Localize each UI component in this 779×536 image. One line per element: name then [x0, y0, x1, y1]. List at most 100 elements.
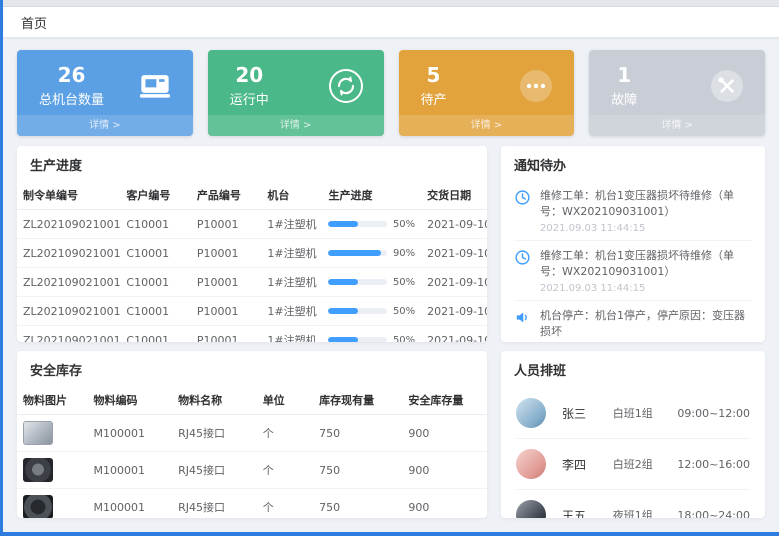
- avatar: [516, 449, 546, 479]
- stat-label: 总机台数量: [39, 89, 104, 108]
- announcement-speaker-icon: [514, 308, 532, 342]
- customer-no: C10001: [120, 210, 191, 239]
- table-row: ZL202109021001 C10001 P10001 1#注塑机 90% 2…: [17, 239, 487, 268]
- unit: 个: [257, 415, 313, 452]
- col-header: 机台: [261, 181, 322, 210]
- schedule-row: 王五 夜班1组 18:00~24:00: [516, 490, 750, 518]
- progress-bar: 90%: [328, 248, 415, 259]
- dashboard-content: 26 总机台数量 详情 >: [3, 38, 779, 532]
- stock-qty: 750: [313, 452, 402, 489]
- detail-link[interactable]: 详情 >: [17, 115, 193, 136]
- window-top-strip: [3, 0, 779, 7]
- table-row: M100001 RJ45接口 个 750 900: [17, 452, 487, 489]
- col-header: 单位: [257, 386, 313, 415]
- delivery-date: 2021-09-10: [421, 326, 487, 343]
- production-progress-panel: 生产进度 制令单编号 客户编号 产品编号 机台 生产进度 交货日期: [17, 146, 487, 342]
- detail-link[interactable]: 详情 >: [589, 115, 765, 136]
- panel-title: 生产进度: [17, 146, 487, 181]
- notice-list: 维修工单：机台1变压器损坏待维修（单号：WX202109031001） 2021…: [501, 181, 765, 342]
- tab-home[interactable]: 首页: [21, 13, 47, 32]
- stat-info: 1 故障: [611, 64, 637, 108]
- table-row: M100001 RJ45接口 个 750 900: [17, 489, 487, 519]
- safety-stock-panel: 安全库存 物料图片 物料编码 物料名称 单位 库存现有量 安全库存量: [17, 351, 487, 518]
- col-header: 制令单编号: [17, 181, 120, 210]
- unit: 个: [257, 489, 313, 519]
- schedule-list: 张三 白班1组 09:00~12:00 李四 白班2组 12:00~16:00 …: [501, 386, 765, 518]
- machine: 1#注塑机: [261, 210, 322, 239]
- stat-label: 运行中: [230, 89, 269, 108]
- material-code: M100001: [88, 452, 173, 489]
- delivery-date: 2021-09-10: [421, 297, 487, 326]
- shift-time: 09:00~12:00: [677, 407, 750, 420]
- schedule-row: 张三 白班1组 09:00~12:00: [516, 388, 750, 439]
- person-name: 张三: [562, 405, 613, 422]
- notice-item[interactable]: 机台停产：机台1停产，停产原因：变压器损坏 2021.09.03 11:44:1…: [514, 301, 752, 342]
- detail-link[interactable]: 详情 >: [399, 115, 575, 136]
- product-no: P10001: [191, 326, 262, 343]
- progress-percent: 50%: [393, 306, 415, 317]
- stat-info: 26 总机台数量: [39, 64, 104, 108]
- panel-title: 人员排班: [501, 351, 765, 386]
- table-row: M100001 RJ45接口 个 750 900: [17, 415, 487, 452]
- panel-title: 安全库存: [17, 351, 487, 386]
- notice-time: 2021.09.03 11:44:15: [540, 283, 752, 294]
- material-code: M100001: [88, 415, 173, 452]
- stat-info: 20 运行中: [230, 64, 269, 108]
- work-order-clock-icon: [514, 188, 532, 234]
- progress-percent: 50%: [393, 219, 415, 230]
- unit: 个: [257, 452, 313, 489]
- table-row: ZL202109021001 C10001 P10001 1#注塑机 50% 2…: [17, 326, 487, 343]
- stat-card-pending[interactable]: 5 待产 详情 >: [399, 50, 575, 136]
- shift-label: 白班1组: [613, 405, 678, 421]
- production-table: 制令单编号 客户编号 产品编号 机台 生产进度 交货日期 ZL202109021…: [17, 181, 487, 342]
- stat-value: 20: [230, 64, 269, 87]
- stat-card-running[interactable]: 20 运行中 详情 >: [208, 50, 384, 136]
- work-order-clock-icon: [514, 248, 532, 294]
- product-no: P10001: [191, 268, 262, 297]
- progress-bar: 50%: [328, 306, 415, 317]
- material-code: M100001: [88, 489, 173, 519]
- notice-text: 维修工单：机台1变压器损坏待维修（单号：WX202109031001）: [540, 188, 752, 220]
- panel-grid: 生产进度 制令单编号 客户编号 产品编号 机台 生产进度 交货日期: [17, 146, 765, 518]
- progress-percent: 50%: [393, 277, 415, 288]
- stock-qty: 750: [313, 415, 402, 452]
- stat-value: 5: [421, 64, 447, 87]
- stat-info: 5 待产: [421, 64, 447, 108]
- stock-table: 物料图片 物料编码 物料名称 单位 库存现有量 安全库存量 M100001 R: [17, 386, 487, 518]
- product-no: P10001: [191, 239, 262, 268]
- material-name: RJ45接口: [172, 489, 257, 519]
- progress-bar: 50%: [328, 277, 415, 288]
- notice-item[interactable]: 维修工单：机台1变压器损坏待维修（单号：WX202109031001） 2021…: [514, 181, 752, 241]
- progress-percent: 50%: [393, 335, 415, 343]
- col-header: 物料名称: [172, 386, 257, 415]
- material-image: [23, 495, 53, 518]
- product-no: P10001: [191, 210, 262, 239]
- table-row: ZL202109021001 C10001 P10001 1#注塑机 50% 2…: [17, 210, 487, 239]
- shift-label: 白班2组: [613, 456, 678, 472]
- safe-qty: 900: [402, 452, 487, 489]
- personnel-schedule-panel: 人员排班 张三 白班1组 09:00~12:00 李四 白班2组 12:00~1…: [501, 351, 765, 518]
- customer-no: C10001: [120, 239, 191, 268]
- col-header: 物料图片: [17, 386, 88, 415]
- delivery-date: 2021-09-10: [421, 268, 487, 297]
- machine: 1#注塑机: [261, 297, 322, 326]
- table-header-row: 制令单编号 客户编号 产品编号 机台 生产进度 交货日期: [17, 181, 487, 210]
- detail-link[interactable]: 详情 >: [208, 115, 384, 136]
- machine: 1#注塑机: [261, 268, 322, 297]
- order-no: ZL202109021001: [17, 268, 120, 297]
- page-header: 首页: [3, 7, 779, 38]
- fault-icon: [707, 66, 747, 106]
- col-header: 生产进度: [322, 181, 421, 210]
- machine-icon: [135, 66, 175, 106]
- shift-label: 夜班1组: [613, 507, 678, 518]
- stat-card-total-machines[interactable]: 26 总机台数量 详情 >: [17, 50, 193, 136]
- avatar: [516, 500, 546, 518]
- notice-item[interactable]: 维修工单：机台1变压器损坏待维修（单号：WX202109031001） 2021…: [514, 241, 752, 301]
- progress-bar: 50%: [328, 335, 415, 343]
- material-image: [23, 421, 53, 445]
- safe-qty: 900: [402, 489, 487, 519]
- stat-label: 待产: [421, 89, 447, 108]
- stat-card-fault[interactable]: 1 故障 详情 >: [589, 50, 765, 136]
- stat-value: 1: [611, 64, 637, 87]
- order-no: ZL202109021001: [17, 210, 120, 239]
